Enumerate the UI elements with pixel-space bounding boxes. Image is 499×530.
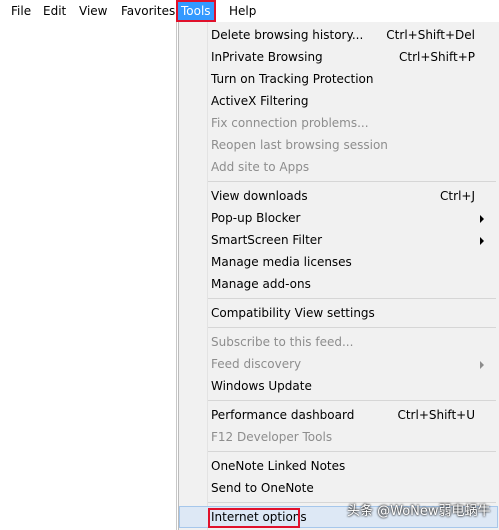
menu-item-label: F12 Developer Tools [211,430,333,444]
menu-item-label: Performance dashboard [211,408,355,422]
menu-separator [208,451,496,452]
menu-item-label: Fix connection problems... [211,116,369,130]
menu-separator [208,400,496,401]
menu-item-label: OneNote Linked Notes [211,459,346,473]
menu-separator [208,181,496,182]
menu-view[interactable]: View [76,2,110,20]
menu-item-tracking-protection[interactable]: Turn on Tracking Protection [179,68,498,90]
menu-item-label: Feed discovery [211,357,302,371]
menu-item-label: Subscribe to this feed... [211,335,354,349]
menu-item-manage-add-ons[interactable]: Manage add-ons [179,273,498,295]
menu-item-f12-developer-tools: F12 Developer Tools [179,426,498,448]
menu-bar: File Edit View Favorites Tools Help [0,0,499,22]
menu-separator [208,298,496,299]
menu-item-shortcut: Ctrl+J [440,189,475,203]
menu-item-label: SmartScreen Filter [211,233,323,247]
menu-tools[interactable]: Tools [176,0,216,22]
menu-item-shortcut: Ctrl+Shift+P [399,50,475,64]
menu-item-label: Compatibility View settings [211,306,375,320]
menu-item-windows-update[interactable]: Windows Update [179,375,498,397]
menu-separator [208,327,496,328]
callout-highlight-box [208,508,300,528]
menu-item-feed-discovery: Feed discovery [179,353,498,375]
menu-item-activex-filtering[interactable]: ActiveX Filtering [179,90,498,112]
menu-item-smartscreen-filter[interactable]: SmartScreen Filter [179,229,498,251]
menu-item-label: Reopen last browsing session [211,138,388,152]
menu-item-label: Delete browsing history... [211,28,364,42]
menu-item-shortcut: Ctrl+Shift+U [397,408,475,422]
menu-item-view-downloads[interactable]: View downloads Ctrl+J [179,185,498,207]
menu-item-inprivate-browsing[interactable]: InPrivate Browsing Ctrl+Shift+P [179,46,498,68]
menu-item-label: Manage add-ons [211,277,311,291]
menu-help[interactable]: Help [226,2,259,20]
tools-dropdown-menu: Delete browsing history... Ctrl+Shift+De… [178,22,499,530]
menu-item-fix-connection-problems: Fix connection problems... [179,112,498,134]
menu-file[interactable]: File [8,2,34,20]
submenu-arrow-icon [480,215,484,223]
menu-item-shortcut: Ctrl+Shift+Del [386,28,475,42]
menu-item-label: ActiveX Filtering [211,94,309,108]
menu-item-popup-blocker[interactable]: Pop-up Blocker [179,207,498,229]
menu-item-reopen-last-session: Reopen last browsing session [179,134,498,156]
menu-item-label: Send to OneNote [211,481,314,495]
menu-item-delete-browsing-history[interactable]: Delete browsing history... Ctrl+Shift+De… [179,24,498,46]
menu-item-add-site-to-apps: Add site to Apps [179,156,498,178]
menu-item-label: Pop-up Blocker [211,211,301,225]
menu-item-label: View downloads [211,189,308,203]
menu-item-label: Add site to Apps [211,160,310,174]
menu-item-manage-media-licenses[interactable]: Manage media licenses [179,251,498,273]
menu-item-send-to-onenote[interactable]: Send to OneNote [179,477,498,499]
menu-item-performance-dashboard[interactable]: Performance dashboard Ctrl+Shift+U [179,404,498,426]
menu-item-label: Windows Update [211,379,312,393]
menu-favorites[interactable]: Favorites [118,2,178,20]
menu-item-label: Manage media licenses [211,255,352,269]
menu-item-label: Turn on Tracking Protection [211,72,374,86]
menu-item-onenote-linked-notes[interactable]: OneNote Linked Notes [179,455,498,477]
menu-item-subscribe-to-feed: Subscribe to this feed... [179,331,498,353]
watermark-text: 头条 @WoNew弱电蜗牛 [347,504,491,519]
submenu-arrow-icon [480,237,484,245]
submenu-arrow-icon [480,361,484,369]
menu-item-compatibility-view-settings[interactable]: Compatibility View settings [179,302,498,324]
window-divider [176,22,177,530]
menu-item-label: InPrivate Browsing [211,50,323,64]
menu-edit[interactable]: Edit [40,2,69,20]
